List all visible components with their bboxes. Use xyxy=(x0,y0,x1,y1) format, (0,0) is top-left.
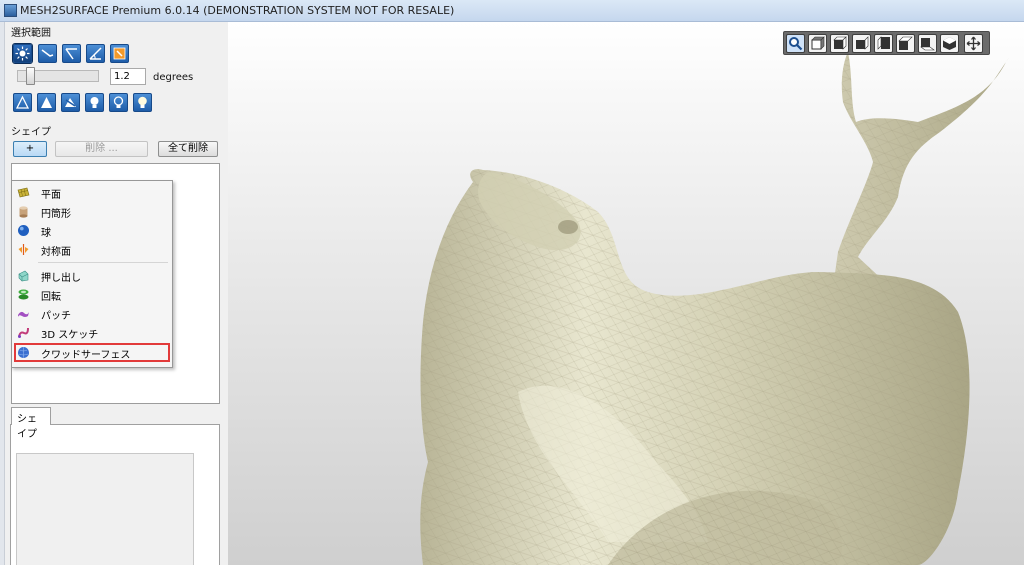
3d-viewport[interactable] xyxy=(228,22,1024,565)
sketch-3d-icon xyxy=(18,327,29,338)
triangle-outline-icon[interactable] xyxy=(13,93,32,112)
extrude-icon xyxy=(18,270,29,282)
angle-unit-label: degrees xyxy=(153,72,194,83)
angle-input[interactable]: 1.2 xyxy=(110,68,146,85)
plane-icon xyxy=(17,187,30,198)
tab-content-area xyxy=(16,453,194,565)
delete-all-button[interactable]: 全て削除 xyxy=(158,141,218,157)
bulb-light-icon[interactable] xyxy=(133,93,152,112)
menu-item-symmetry[interactable]: 対称面 xyxy=(14,240,170,259)
delete-shape-button[interactable]: 削除 ... xyxy=(55,141,148,157)
shape-cut-icon[interactable] xyxy=(61,93,80,112)
menu-item-revolve[interactable]: 回転 xyxy=(14,285,170,304)
view-right-icon[interactable] xyxy=(874,34,893,53)
shapes-heading: シェイプ xyxy=(11,127,51,138)
view-toolbar xyxy=(783,31,990,55)
menu-separator xyxy=(38,262,168,263)
view-top-icon[interactable] xyxy=(896,34,915,53)
view-iso-icon[interactable] xyxy=(940,34,959,53)
select-line-icon[interactable] xyxy=(62,44,81,63)
view-left-icon[interactable] xyxy=(852,34,871,53)
sphere-icon xyxy=(18,225,29,236)
tab-shape[interactable]: シェイプ xyxy=(11,407,51,440)
menu-item-cylinder[interactable]: 円筒形 xyxy=(14,202,170,221)
tab-body xyxy=(10,424,220,565)
menu-item-plane[interactable]: 平面 xyxy=(14,183,170,202)
title-bar: MESH2SURFACE Premium 6.0.14 (DEMONSTRATI… xyxy=(0,0,1024,22)
symmetry-plane-icon xyxy=(18,244,29,255)
quad-surface-icon xyxy=(18,347,29,358)
view-bottom-icon[interactable] xyxy=(918,34,937,53)
selection-heading: 選択範囲 xyxy=(11,28,51,39)
shape-properties-pane: シェイプ xyxy=(10,407,220,565)
menu-item-extrude[interactable]: 押し出し xyxy=(14,266,170,285)
menu-item-patch[interactable]: パッチ xyxy=(14,304,170,323)
window-title: MESH2SURFACE Premium 6.0.14 (DEMONSTRATI… xyxy=(20,4,455,17)
cylinder-icon xyxy=(19,206,28,218)
select-lasso-icon[interactable] xyxy=(38,44,57,63)
menu-item-3d-sketch[interactable]: 3D スケッチ xyxy=(14,323,170,342)
view-back-icon[interactable] xyxy=(830,34,849,53)
add-shape-button[interactable]: + xyxy=(13,141,47,157)
seal-mesh-model xyxy=(420,52,1009,565)
menu-item-sphere[interactable]: 球 xyxy=(14,221,170,240)
triangle-filled-icon[interactable] xyxy=(37,93,56,112)
select-brush-icon[interactable] xyxy=(12,43,33,64)
zoom-fit-icon[interactable] xyxy=(786,34,805,53)
menu-item-quad-surface[interactable]: クワッドサーフェス xyxy=(14,343,170,362)
select-angle-icon[interactable] xyxy=(86,44,105,63)
bulb-outline-icon[interactable] xyxy=(109,93,128,112)
add-shape-menu: 平面 円筒形 球 対称面 押し出し 回転 パッチ 3D スケッチ クワッドサーフ… xyxy=(11,180,173,368)
patch-icon xyxy=(18,311,29,317)
left-panel: 選択範囲 1.2 degrees シェイプ + 削除 ... 全て削除 シェイプ… xyxy=(0,22,228,565)
panel-edge xyxy=(0,22,5,565)
bulb-icon[interactable] xyxy=(85,93,104,112)
revolve-icon xyxy=(18,289,29,300)
select-paint-icon[interactable] xyxy=(110,44,129,63)
angle-slider-thumb[interactable] xyxy=(26,67,35,85)
view-rotate-icon[interactable] xyxy=(964,34,983,53)
app-icon xyxy=(4,4,17,17)
view-front-icon[interactable] xyxy=(808,34,827,53)
